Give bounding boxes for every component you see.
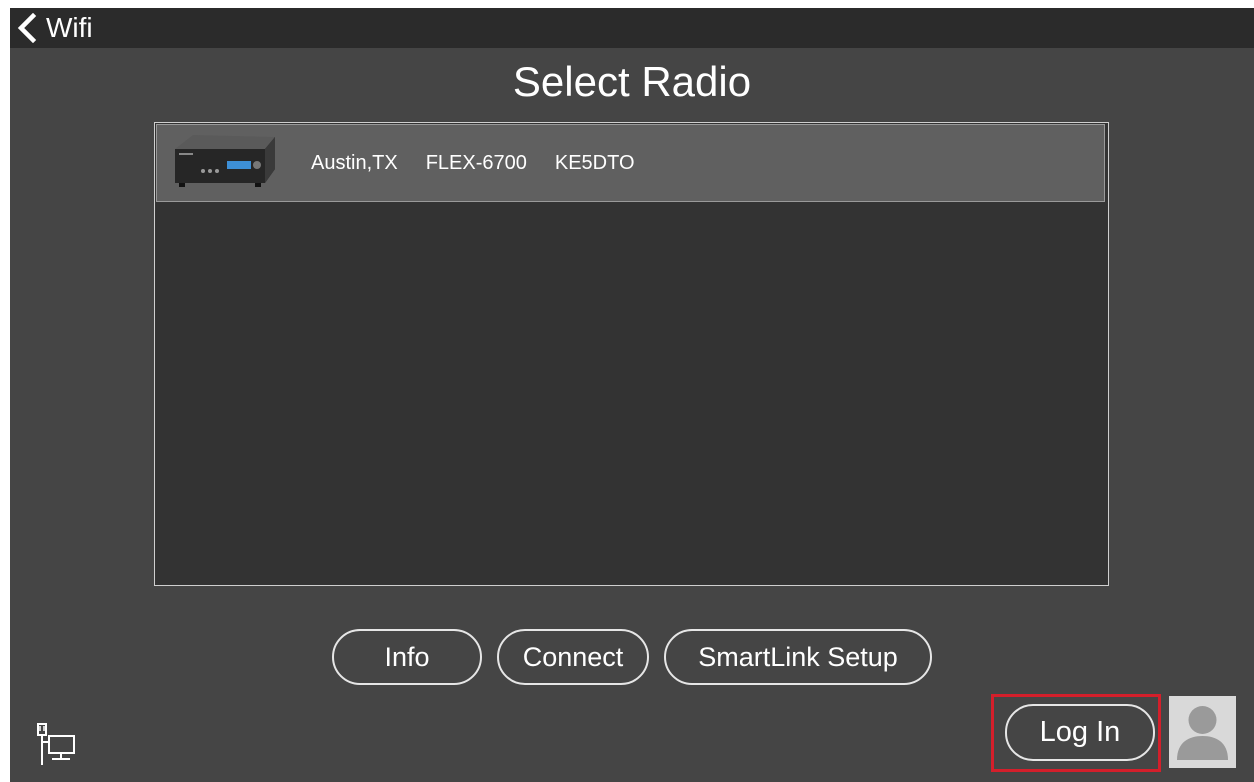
radio-list[interactable]: Austin,TX FLEX-6700 KE5DTO	[154, 122, 1109, 586]
page-title: Select Radio	[512, 58, 752, 105]
radio-device-image	[175, 135, 275, 187]
user-avatar-icon	[1177, 706, 1228, 760]
smartlink-setup-button[interactable]: SmartLink Setup	[664, 629, 932, 685]
chevron-left-icon	[17, 13, 37, 43]
back-label: Wifi	[46, 12, 93, 43]
radio-callsign: KE5DTO	[554, 151, 635, 174]
network-computer-icon[interactable]	[36, 723, 76, 767]
login-button[interactable]: Log In	[1005, 704, 1155, 761]
radio-location: Austin,TX	[311, 151, 398, 174]
user-avatar[interactable]	[1169, 696, 1236, 768]
app-window: Wifi Select Radio Austin,TX FLEX-6700 KE	[10, 8, 1254, 782]
connect-button[interactable]: Connect	[497, 629, 649, 685]
radio-list-item[interactable]: Austin,TX FLEX-6700 KE5DTO	[156, 124, 1105, 202]
top-bar: Wifi	[10, 8, 1254, 48]
info-button[interactable]: Info	[332, 629, 482, 685]
radio-model: FLEX-6700	[425, 151, 527, 174]
back-button[interactable]: Wifi	[16, 11, 93, 45]
action-buttons: Info Connect SmartLink Setup	[10, 629, 1254, 687]
